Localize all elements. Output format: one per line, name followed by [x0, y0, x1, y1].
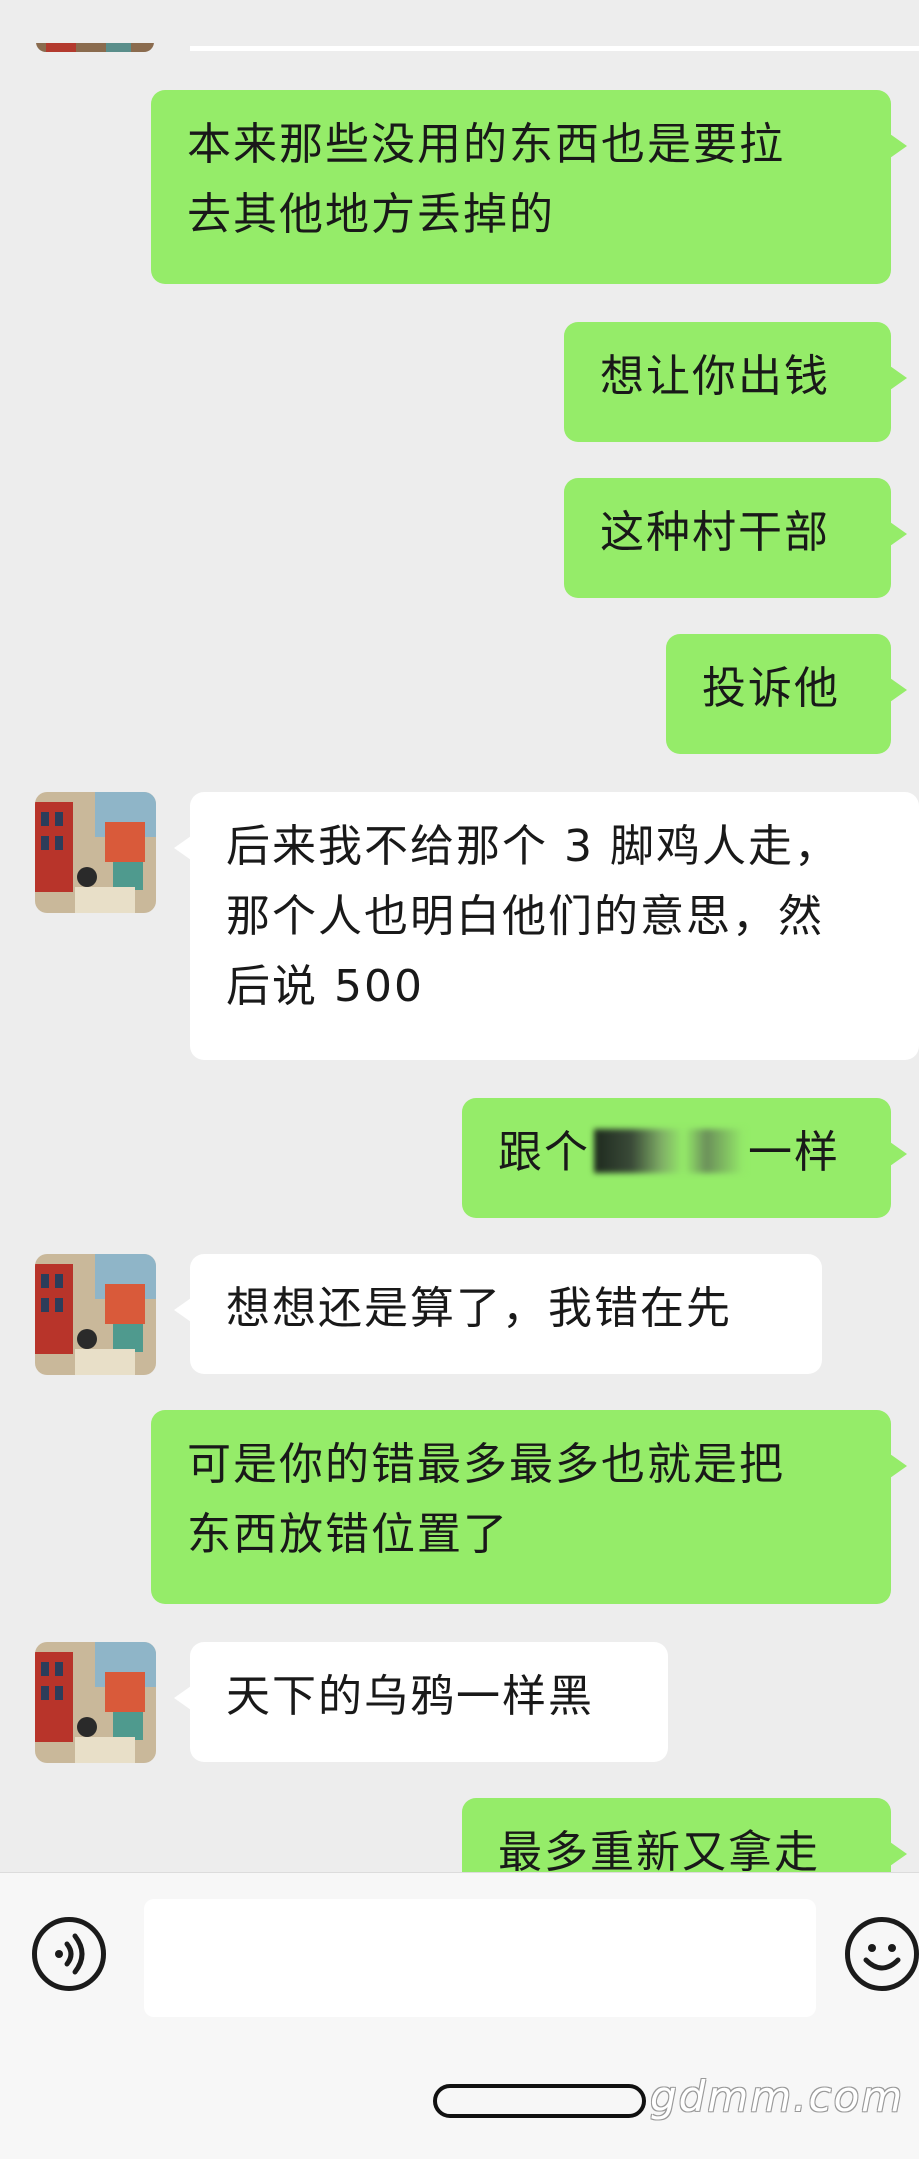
message-bubble-outgoing[interactable]: 投诉他: [666, 634, 907, 754]
message-text-line: 天下的乌鸦一样黑: [226, 1671, 594, 1722]
message-text-line: 最多重新又拿走: [498, 1827, 820, 1872]
message-bubble-incoming[interactable]: 后来我不给那个 3 脚鸡人走， 那个人也明白他们的意思，然 后说 500: [174, 792, 919, 1060]
message-text-line: 东西放错位置了: [187, 1509, 509, 1560]
message-text-line: 想让你出钱: [600, 351, 830, 402]
message-input[interactable]: [144, 1899, 816, 2017]
emoji-icon[interactable]: [845, 1917, 919, 1991]
message-bubble-incoming[interactable]: 天下的乌鸦一样黑: [174, 1642, 668, 1762]
message-text-line: 可是你的错最多最多也就是把: [187, 1439, 785, 1490]
message-bubble-outgoing[interactable]: 跟个 一样: [462, 1098, 907, 1218]
message-bubble-outgoing[interactable]: 想让你出钱: [564, 322, 907, 442]
message-text-line: 本来那些没用的东西也是要拉: [187, 119, 785, 170]
message-bubble-incoming[interactable]: 想想还是算了，我错在先: [174, 1254, 822, 1374]
message-text-line: 去其他地方丢掉的: [187, 189, 555, 240]
message-text-line: 后说 500: [226, 961, 424, 1012]
watermark: gdmm.com: [650, 2072, 905, 2121]
message-bubble-outgoing[interactable]: 这种村干部: [564, 478, 907, 598]
message-bubble-outgoing[interactable]: 本来那些没用的东西也是要拉 去其他地方丢掉的: [151, 90, 907, 284]
message-text-line: 投诉他: [702, 663, 840, 714]
message-text-line: 那个人也明白他们的意思，然: [226, 891, 824, 942]
voice-icon[interactable]: [32, 1917, 106, 1991]
home-indicator[interactable]: [433, 2084, 646, 2118]
message-text-line: 后来我不给那个 3 脚鸡人走，: [226, 821, 840, 872]
chat-message-list[interactable]: 本来那些没用的东西也是要拉 去其他地方丢掉的 想让你出钱 这种村干部 投诉他 后…: [0, 0, 919, 1872]
message-text-line: 跟个 一样: [498, 1127, 840, 1178]
censored-text-blur: [594, 1129, 744, 1173]
message-bubble-outgoing[interactable]: 可是你的错最多最多也就是把 东西放错位置了: [151, 1410, 907, 1604]
message-text-line: 想想还是算了，我错在先: [226, 1283, 732, 1334]
avatar[interactable]: [35, 792, 156, 913]
avatar[interactable]: [36, 40, 154, 52]
avatar[interactable]: [35, 1254, 156, 1375]
message-bubble-outgoing[interactable]: 最多重新又拿走: [462, 1798, 907, 1872]
avatar[interactable]: [35, 1642, 156, 1763]
previous-bubble-edge: [190, 46, 919, 51]
message-text-line: 这种村干部: [600, 507, 830, 558]
